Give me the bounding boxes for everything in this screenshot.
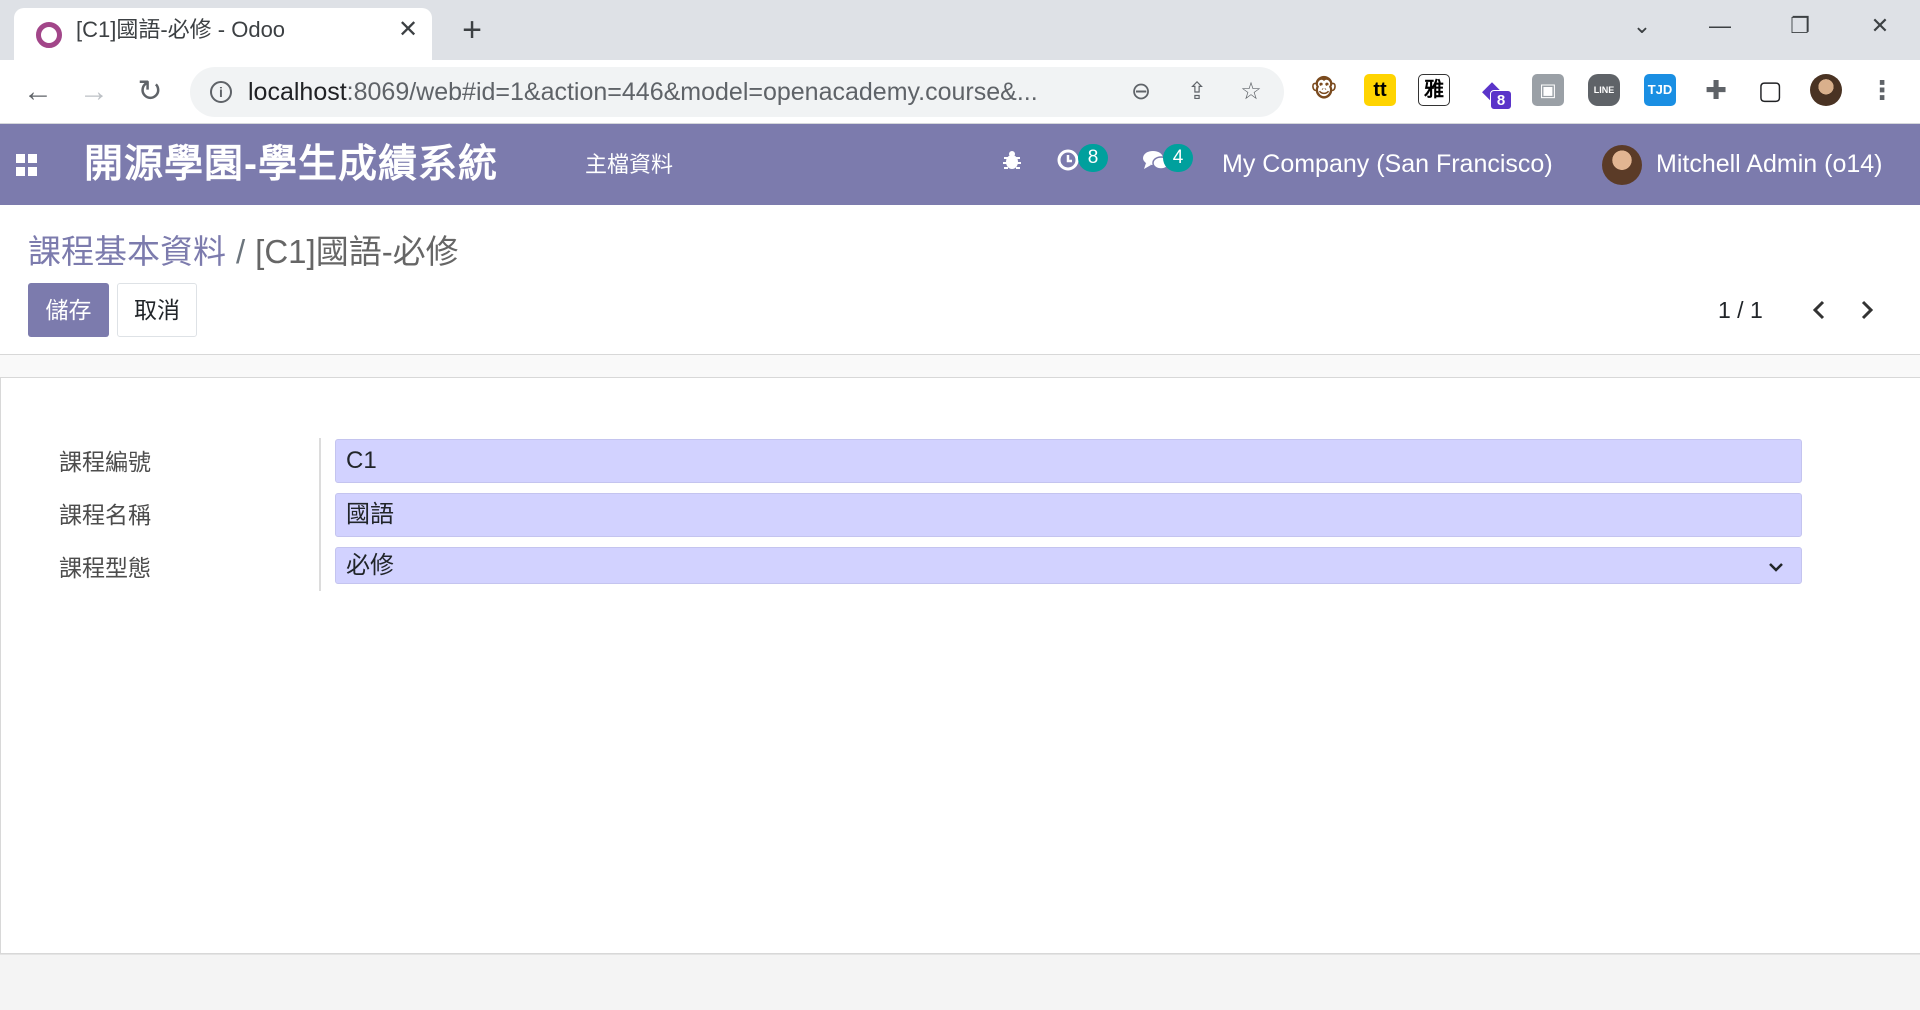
stack-extension-icon[interactable]: ◆ 8	[1476, 74, 1512, 110]
course-type-select[interactable]: 必修	[335, 547, 1802, 584]
save-button[interactable]: 儲存	[28, 283, 109, 337]
message-count-badge: 4	[1163, 144, 1193, 172]
odoo-favicon-icon	[36, 22, 62, 48]
pager-previous-icon[interactable]	[1802, 293, 1836, 327]
app-name[interactable]: 開源學園-學生成績系統	[84, 124, 498, 205]
forward-icon[interactable]: →	[74, 72, 114, 112]
label-divider	[319, 438, 321, 591]
chevron-down-icon	[1769, 563, 1783, 572]
tab-search-icon[interactable]: ⌄	[1612, 6, 1672, 46]
extensions-puzzle-icon[interactable]: ✚	[1700, 74, 1732, 106]
tab-title: [C1]國語-必修 - Odoo	[76, 17, 286, 42]
close-tab-icon[interactable]: ✕	[394, 16, 422, 44]
form-sheet: 課程編號 課程名稱 課程型態 C1 國語 必修	[0, 377, 1920, 954]
side-panel-icon[interactable]: ▢	[1754, 74, 1786, 106]
course-type-label: 課程型態	[59, 555, 151, 581]
reload-icon[interactable]: ↻	[130, 72, 170, 112]
tjd-extension-icon[interactable]: TJD	[1644, 74, 1676, 106]
breadcrumb-separator: /	[236, 233, 246, 270]
tt-extension-icon[interactable]: tt	[1364, 74, 1396, 106]
new-tab-icon[interactable]: +	[452, 10, 492, 50]
url-text[interactable]: localhost:8069/web#id=1&action=446&model…	[248, 67, 1038, 117]
course-name-label: 課程名稱	[59, 502, 151, 528]
apps-menu-icon[interactable]	[16, 154, 38, 176]
footer-area	[0, 954, 1920, 1010]
course-name-field[interactable]: 國語	[335, 493, 1802, 537]
activity-count-badge: 8	[1078, 144, 1108, 172]
main-navbar: 開源學園-學生成績系統 主檔資料 8 4 My Company (San Fra…	[0, 124, 1920, 205]
address-bar[interactable]: i localhost:8069/web#id=1&action=446&mod…	[190, 67, 1284, 117]
menu-master-data[interactable]: 主檔資料	[585, 124, 673, 205]
user-avatar[interactable]	[1602, 145, 1642, 185]
tampermonkey-icon[interactable]: 🐵	[1308, 74, 1340, 106]
extension-badge: 8	[1490, 90, 1512, 110]
discard-button[interactable]: 取消	[117, 283, 197, 337]
breadcrumb-parent-link[interactable]: 課程基本資料	[28, 233, 226, 270]
browser-toolbar: ← → ↻ i localhost:8069/web#id=1&action=4…	[0, 60, 1920, 124]
profile-extension-icon[interactable]: ▣	[1532, 74, 1564, 106]
minimize-icon[interactable]: —	[1690, 6, 1750, 46]
bookmark-star-icon[interactable]: ☆	[1236, 77, 1266, 107]
control-panel: 課程基本資料 / [C1]國語-必修 儲存 取消 1 / 1	[0, 205, 1920, 355]
browser-menu-icon[interactable]: ⋮	[1866, 74, 1898, 106]
back-icon[interactable]: ←	[18, 72, 58, 112]
course-type-value: 必修	[346, 552, 394, 579]
debug-bug-icon[interactable]	[996, 148, 1028, 180]
url-host: localhost	[248, 78, 347, 106]
url-path: :8069/web#id=1&action=446&model=openacad…	[346, 78, 1038, 106]
line-extension-icon[interactable]: LINE	[1588, 74, 1620, 106]
zoom-icon[interactable]: ⊖	[1126, 77, 1156, 107]
restore-icon[interactable]: ❐	[1770, 6, 1830, 46]
company-switcher[interactable]: My Company (San Francisco)	[1222, 124, 1553, 205]
course-code-field[interactable]: C1	[335, 439, 1802, 483]
pager-value[interactable]: 1 / 1	[1718, 294, 1763, 326]
site-info-icon[interactable]: i	[210, 81, 232, 103]
breadcrumb: 課程基本資料 / [C1]國語-必修	[28, 225, 459, 273]
profile-avatar-icon[interactable]	[1810, 74, 1842, 106]
breadcrumb-current: [C1]國語-必修	[255, 233, 459, 270]
course-code-label: 課程編號	[59, 449, 151, 475]
pager-next-icon[interactable]	[1850, 293, 1884, 327]
ya-extension-icon[interactable]: 雅	[1418, 74, 1450, 106]
user-menu[interactable]: Mitchell Admin (o14)	[1656, 124, 1882, 205]
browser-tab[interactable]: [C1]國語-必修 - Odoo ✕	[14, 8, 432, 60]
share-icon[interactable]: ⇪	[1182, 77, 1212, 107]
window-close-icon[interactable]: ✕	[1850, 6, 1910, 46]
browser-tab-strip: [C1]國語-必修 - Odoo ✕ + ⌄ — ❐ ✕	[0, 0, 1920, 60]
